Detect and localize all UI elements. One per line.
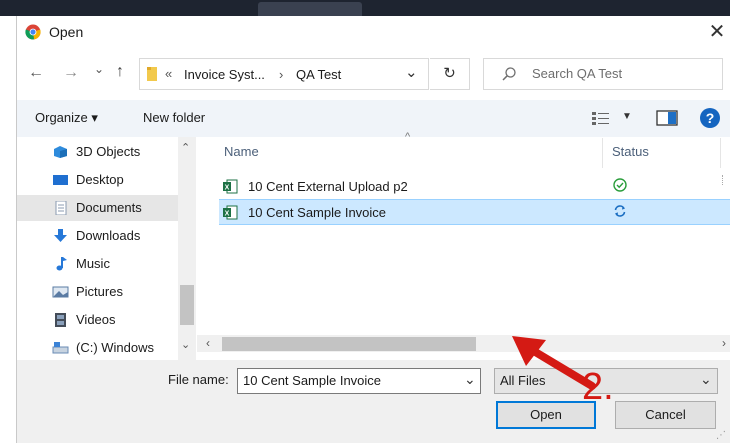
folder-icon <box>147 67 157 81</box>
recent-locations-button[interactable]: ⌄ <box>94 62 104 76</box>
address-dropdown-button[interactable]: ⌄ <box>405 63 418 81</box>
sidebar-item-c-drive[interactable]: (C:) Windows <box>52 335 155 361</box>
chevron-down-icon[interactable]: ⌄ <box>464 371 476 388</box>
forward-button[interactable]: → <box>63 64 79 82</box>
resize-grip-icon[interactable]: ⋰ <box>716 430 726 441</box>
file-name-label: File name: <box>168 372 229 387</box>
sidebar-item-label: Downloads <box>76 228 141 243</box>
breadcrumb-qa-test[interactable]: QA Test <box>296 67 341 82</box>
dialog-title: Open <box>49 24 84 40</box>
sidebar-item-3d-objects[interactable]: 3D Objects <box>54 139 141 165</box>
annotation-step-number: 2. <box>582 366 614 408</box>
view-details-icon[interactable] <box>591 110 611 126</box>
videos-icon <box>55 313 66 327</box>
sort-indicator-icon: ^ <box>405 131 411 143</box>
close-button[interactable]: ✕ <box>704 20 730 46</box>
column-separator[interactable] <box>602 138 603 168</box>
chevron-down-icon[interactable]: ⌄ <box>700 371 712 388</box>
sidebar-item-music[interactable]: Music <box>56 251 110 277</box>
breadcrumb-invoice-system[interactable]: Invoice Syst... <box>184 67 265 82</box>
view-dropdown-icon[interactable]: ▼ <box>622 111 632 122</box>
up-button[interactable]: ↑ <box>116 63 124 81</box>
column-edge <box>710 175 723 185</box>
file-row[interactable]: X 10 Cent External Upload p2 <box>219 174 730 200</box>
file-list-scroll-thumb[interactable] <box>222 337 476 351</box>
background-window-bar <box>0 0 730 16</box>
sidebar-item-label: 3D Objects <box>76 144 141 159</box>
music-icon <box>56 257 67 271</box>
sidebar-item-documents[interactable]: Documents <box>55 195 142 221</box>
search-icon <box>502 67 516 81</box>
sidebar-item-videos[interactable]: Videos <box>55 307 116 333</box>
svg-text:X: X <box>225 185 230 192</box>
pictures-icon <box>52 286 69 298</box>
cube-icon <box>54 146 67 158</box>
chrome-icon <box>25 24 41 40</box>
column-header-name[interactable]: Name <box>224 144 259 159</box>
sidebar-item-label: Documents <box>76 200 142 215</box>
drive-icon <box>52 342 69 354</box>
scroll-down-arrow[interactable]: ⌄ <box>181 338 190 351</box>
background-tab <box>258 2 362 16</box>
sidebar-item-downloads[interactable]: Downloads <box>54 223 141 249</box>
help-icon[interactable]: ? <box>700 108 720 128</box>
preview-pane-icon[interactable] <box>656 110 678 126</box>
nav-scrollbar[interactable] <box>178 137 196 360</box>
scroll-left-arrow[interactable]: ‹ <box>206 336 210 350</box>
organize-menu[interactable]: Organize ▾ <box>35 110 98 126</box>
column-separator[interactable] <box>720 138 721 168</box>
column-header-status[interactable]: Status <box>612 144 649 159</box>
file-name: 10 Cent Sample Invoice <box>248 205 387 220</box>
file-row-selected[interactable]: X 10 Cent Sample Invoice <box>219 199 730 225</box>
scroll-right-arrow[interactable]: › <box>722 336 726 350</box>
address-bar[interactable] <box>139 58 429 90</box>
sidebar-item-label: Music <box>76 256 110 271</box>
excel-file-icon: X <box>223 179 238 194</box>
address-overflow[interactable]: « <box>165 66 172 81</box>
sidebar-item-label: Videos <box>76 312 116 327</box>
sync-pending-icon <box>613 204 627 221</box>
sidebar-item-label: Pictures <box>76 284 123 299</box>
svg-text:X: X <box>225 211 230 218</box>
nav-scroll-thumb[interactable] <box>180 285 194 325</box>
refresh-button[interactable]: ↻ <box>430 58 470 90</box>
sidebar-item-pictures[interactable]: Pictures <box>52 279 123 305</box>
cancel-button[interactable]: Cancel <box>615 401 716 429</box>
breadcrumb-separator: › <box>279 67 284 82</box>
file-name: 10 Cent External Upload p2 <box>248 179 408 194</box>
desktop-icon <box>53 175 68 185</box>
excel-file-icon: X <box>223 205 238 220</box>
synced-check-icon <box>613 178 627 195</box>
document-icon <box>55 201 67 215</box>
file-name-value[interactable]: 10 Cent Sample Invoice <box>243 373 381 388</box>
sidebar-item-desktop[interactable]: Desktop <box>53 167 124 193</box>
open-button[interactable]: Open <box>496 401 596 429</box>
new-folder-button[interactable]: New folder <box>143 110 205 125</box>
back-button[interactable]: ← <box>28 64 44 82</box>
download-icon <box>54 229 67 242</box>
sidebar-item-label: Desktop <box>76 172 124 187</box>
search-input[interactable]: Search QA Test <box>532 66 622 81</box>
sidebar-item-label: (C:) Windows <box>76 340 155 355</box>
nav-list: 3D Objects Desktop Documents Downloads M… <box>17 137 179 360</box>
scroll-up-arrow[interactable]: ⌃ <box>181 141 190 154</box>
